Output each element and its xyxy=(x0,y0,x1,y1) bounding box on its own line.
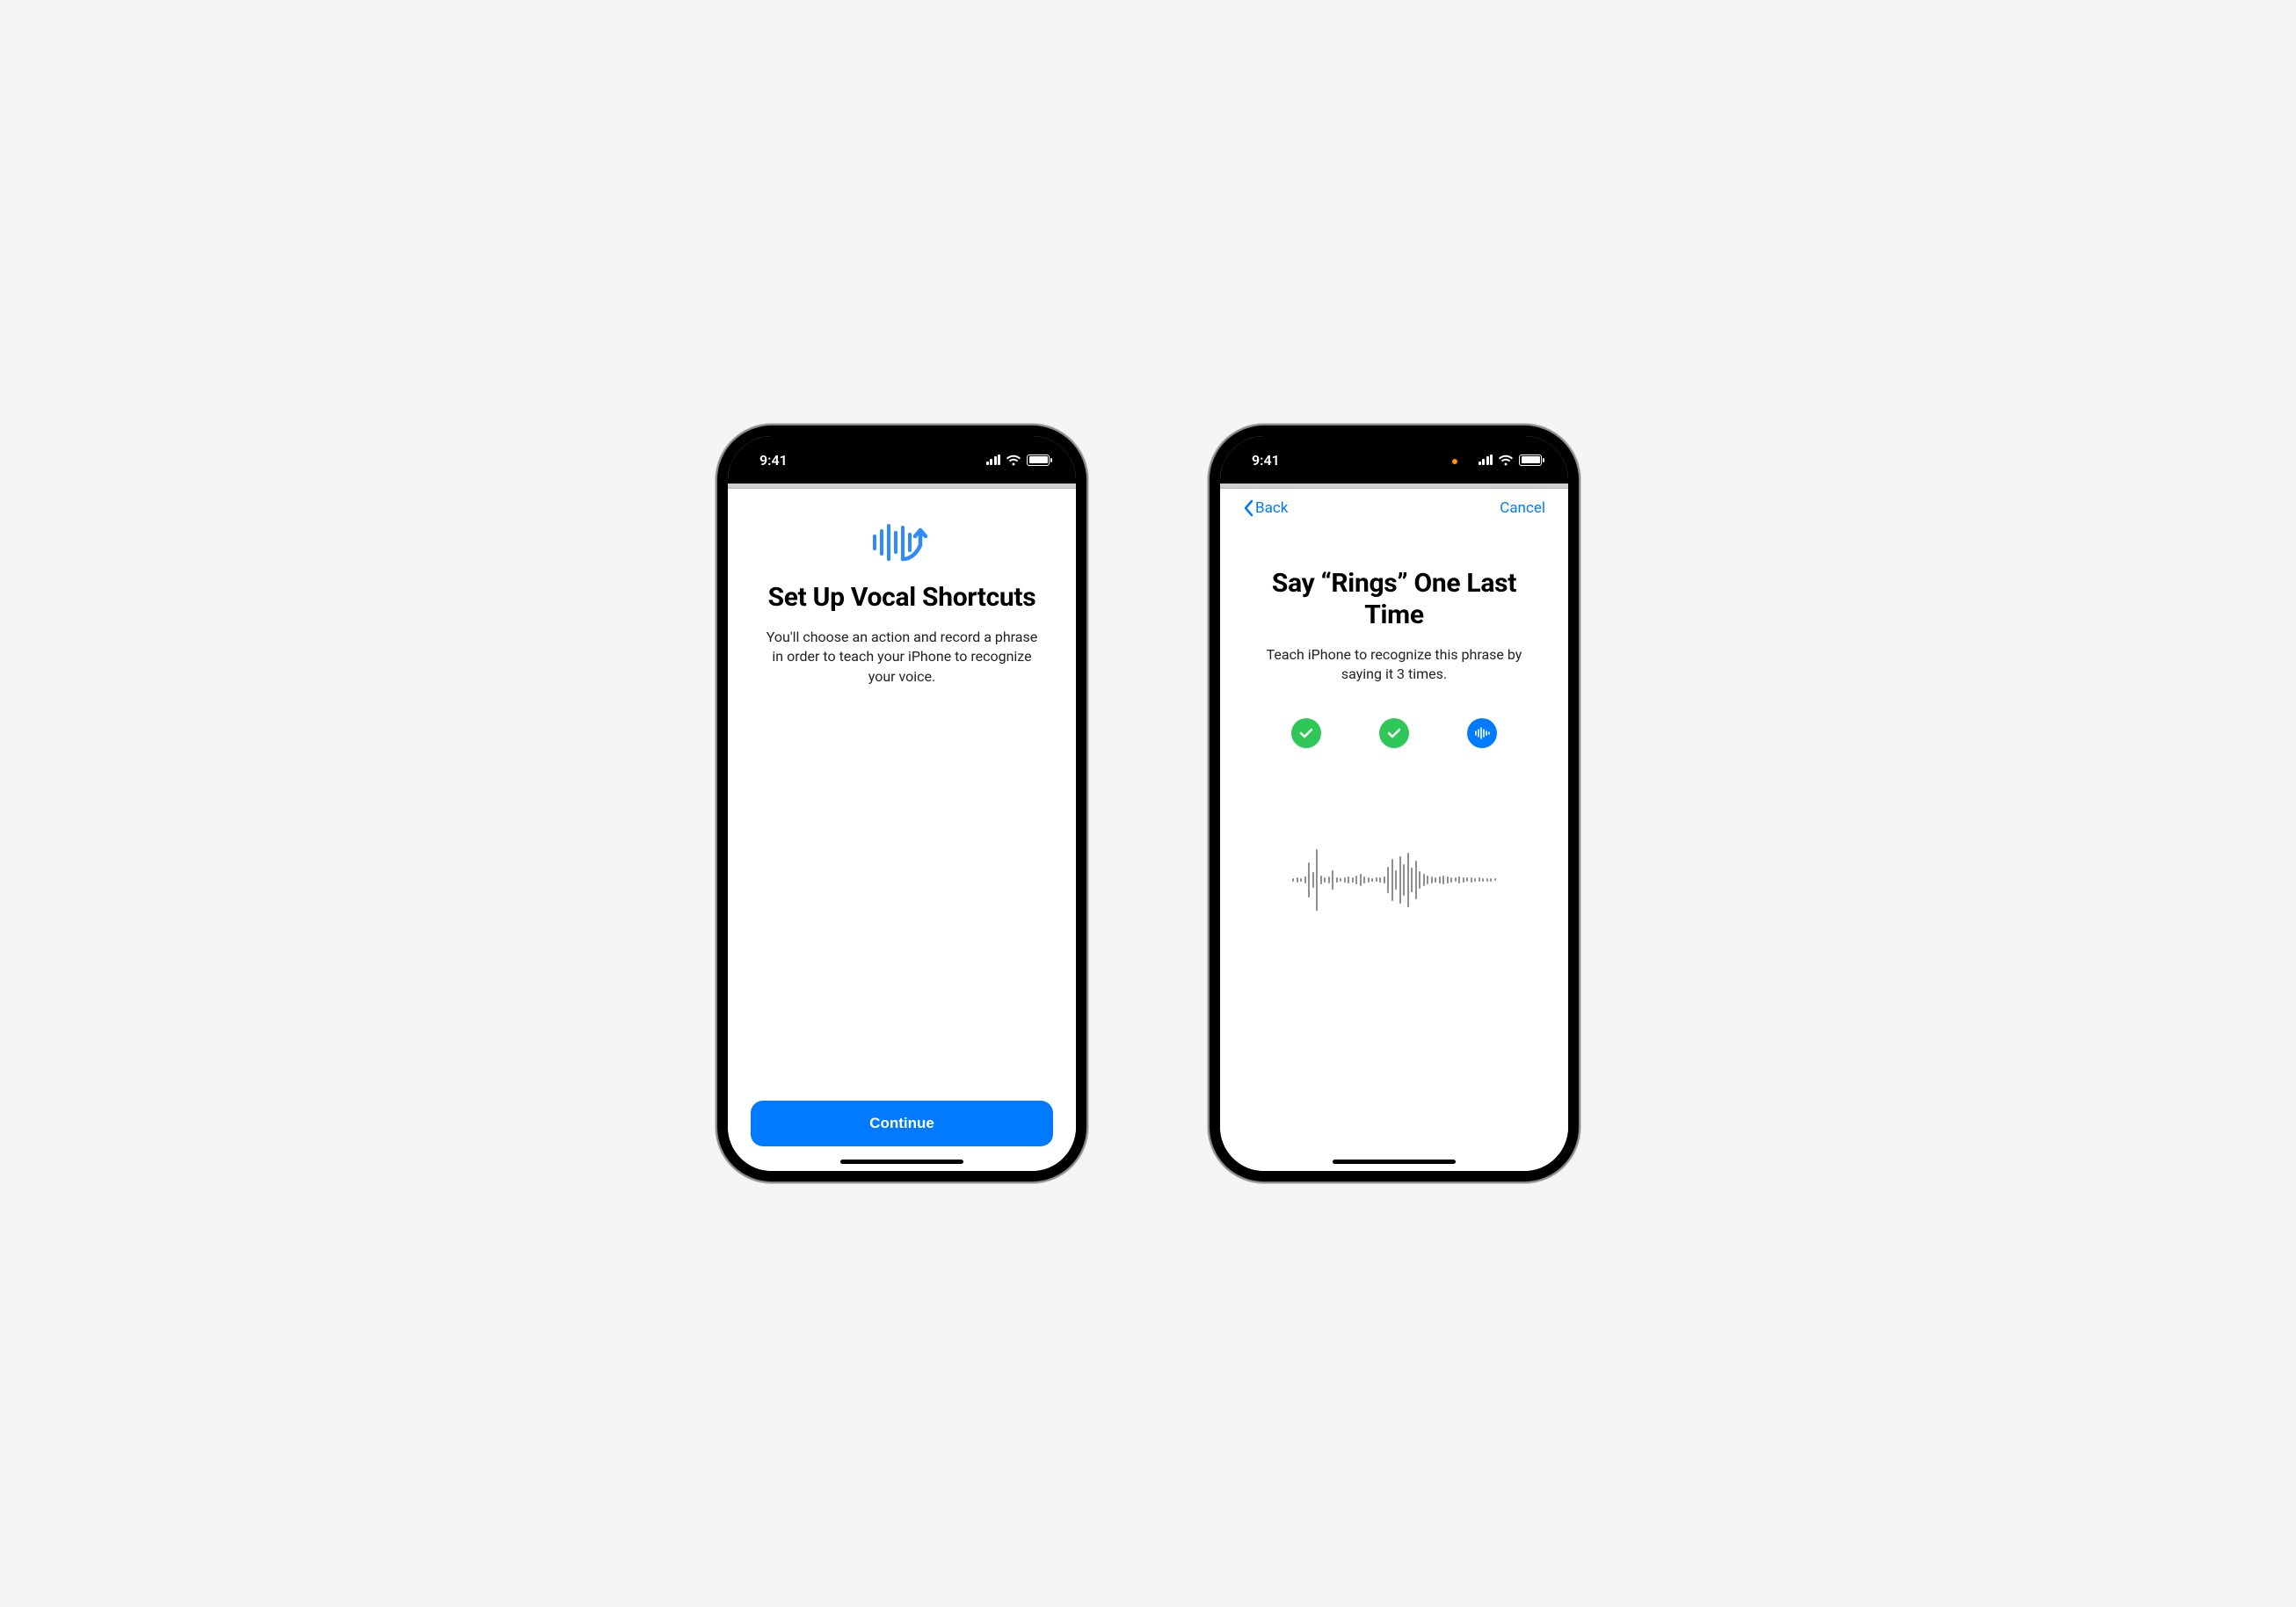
phone-frame-right: 9:41 Back Cancel Say “Rings” One Last Ti… xyxy=(1210,425,1579,1182)
status-time: 9:41 xyxy=(1252,452,1280,469)
phone-screen-right: 9:41 Back Cancel Say “Rings” One Last Ti… xyxy=(1220,436,1568,1171)
setup-title: Set Up Vocal Shortcuts xyxy=(751,582,1053,614)
checkmark-icon xyxy=(1299,728,1313,738)
home-indicator[interactable] xyxy=(840,1160,963,1164)
recording-waveform xyxy=(1243,845,1545,915)
wifi-icon xyxy=(1498,454,1514,466)
cancel-button[interactable]: Cancel xyxy=(1500,499,1545,517)
back-button[interactable]: Back xyxy=(1243,499,1288,517)
progress-step-2-done xyxy=(1379,718,1409,748)
training-title: Say “Rings” One Last Time xyxy=(1243,568,1545,631)
home-indicator[interactable] xyxy=(1333,1160,1456,1164)
training-subtitle: Teach iPhone to recognize this phrase by… xyxy=(1243,645,1545,685)
status-icons xyxy=(1479,454,1543,466)
checkmark-icon xyxy=(1387,728,1401,738)
vocal-shortcut-hero-icon xyxy=(751,519,1053,566)
setup-subtitle: You'll choose an action and record a phr… xyxy=(751,628,1053,687)
continue-button[interactable]: Continue xyxy=(751,1101,1053,1146)
training-progress xyxy=(1243,718,1545,748)
nav-bar: Back Cancel xyxy=(1243,489,1545,527)
status-icons xyxy=(986,454,1050,466)
progress-step-3-recording xyxy=(1467,718,1497,748)
audio-wave-icon xyxy=(1474,727,1490,739)
training-sheet: Back Cancel Say “Rings” One Last Time Te… xyxy=(1220,489,1568,1171)
dynamic-island xyxy=(849,447,955,476)
dynamic-island xyxy=(1341,447,1447,476)
wifi-icon xyxy=(1006,454,1021,466)
back-label: Back xyxy=(1255,499,1288,517)
cellular-signal-icon xyxy=(1479,454,1493,465)
battery-icon xyxy=(1027,454,1050,466)
progress-step-1-done xyxy=(1291,718,1321,748)
phone-screen-left: 9:41 xyxy=(728,436,1076,1171)
chevron-left-icon xyxy=(1243,499,1253,517)
status-time: 9:41 xyxy=(759,452,788,469)
setup-sheet: Set Up Vocal Shortcuts You'll choose an … xyxy=(728,489,1076,1171)
battery-icon xyxy=(1519,454,1542,466)
phone-frame-left: 9:41 xyxy=(717,425,1086,1182)
microphone-active-indicator-icon xyxy=(1452,459,1457,464)
cellular-signal-icon xyxy=(986,454,1001,465)
